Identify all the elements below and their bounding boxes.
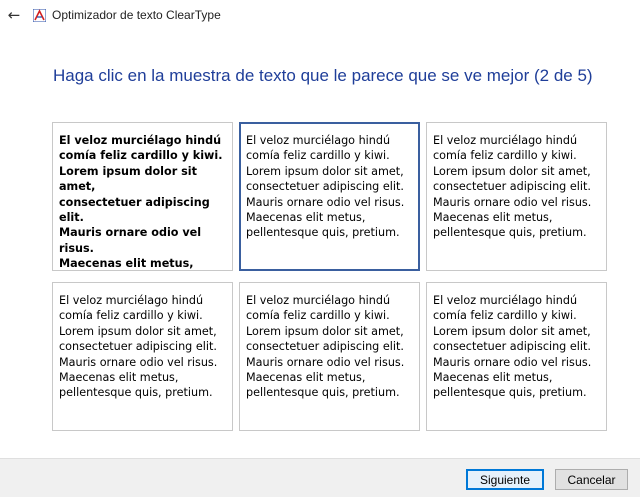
- text-sample-3[interactable]: El veloz murciélago hindú comía feliz ca…: [426, 122, 607, 271]
- text-sample-4[interactable]: El veloz murciélago hindú comía feliz ca…: [52, 282, 233, 431]
- text-sample-5[interactable]: El veloz murciélago hindú comía feliz ca…: [239, 282, 420, 431]
- text-sample-6[interactable]: El veloz murciélago hindú comía feliz ca…: [426, 282, 607, 431]
- sample-grid: El veloz murciélago hindú comía feliz ca…: [52, 122, 608, 432]
- next-button[interactable]: Siguiente: [466, 469, 544, 490]
- text-sample-2[interactable]: El veloz murciélago hindú comía feliz ca…: [239, 122, 420, 271]
- cleartype-app-icon: [33, 8, 46, 22]
- title-bar: ← Optimizador de texto ClearType: [0, 0, 640, 30]
- window-title: Optimizador de texto ClearType: [52, 8, 221, 22]
- page-heading: Haga clic en la muestra de texto que le …: [53, 66, 593, 85]
- footer-bar: Siguiente Cancelar: [0, 458, 640, 497]
- cancel-button[interactable]: Cancelar: [555, 469, 628, 490]
- text-sample-1[interactable]: El veloz murciélago hindú comía feliz ca…: [52, 122, 233, 271]
- back-arrow-icon[interactable]: ←: [0, 0, 28, 30]
